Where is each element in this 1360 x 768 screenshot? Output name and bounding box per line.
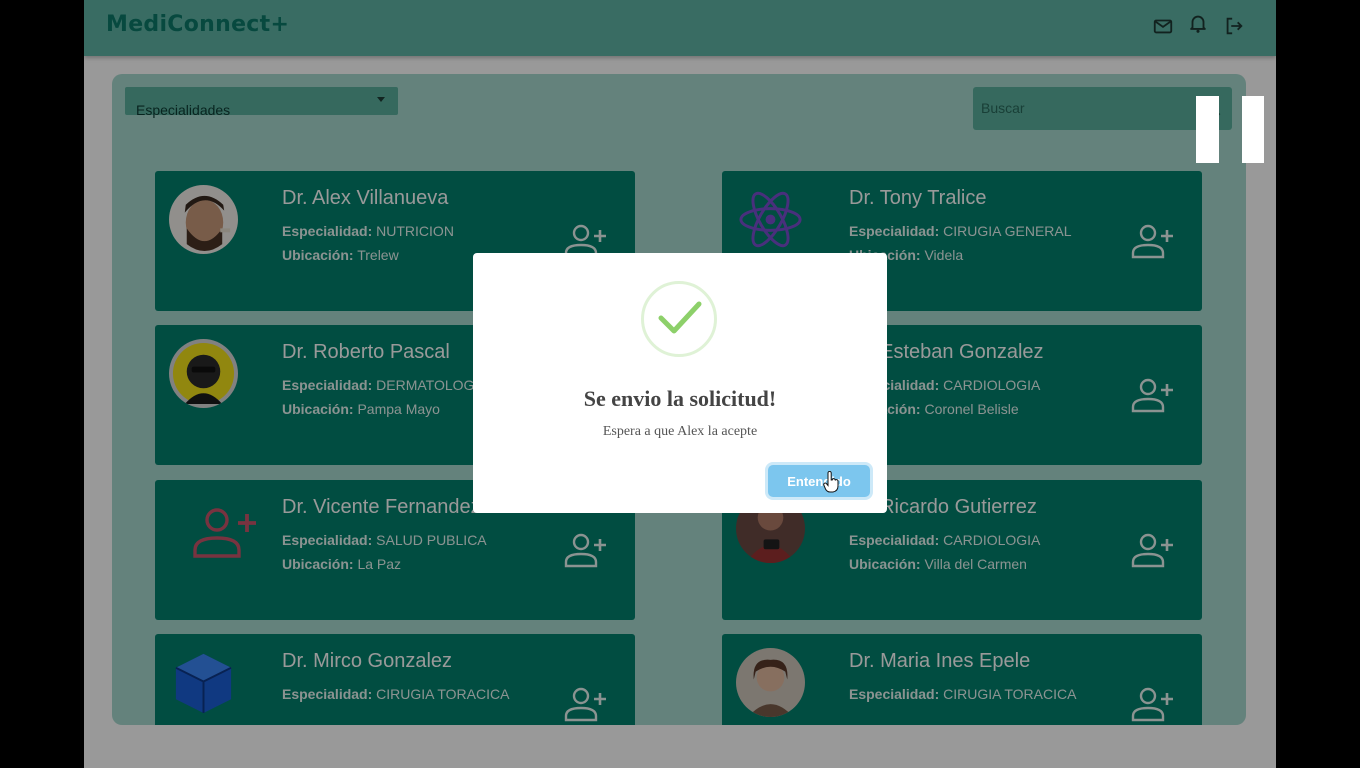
white-block	[1196, 96, 1219, 163]
dialog-message: Espera a que Alex la acepte	[602, 424, 758, 439]
white-block	[1242, 96, 1264, 163]
confirm-button[interactable]: Entendido	[768, 465, 870, 497]
hand-pointer-icon	[823, 471, 839, 493]
success-check-icon	[641, 281, 717, 357]
dialog-title: Se envio la solicitud!	[583, 386, 777, 411]
